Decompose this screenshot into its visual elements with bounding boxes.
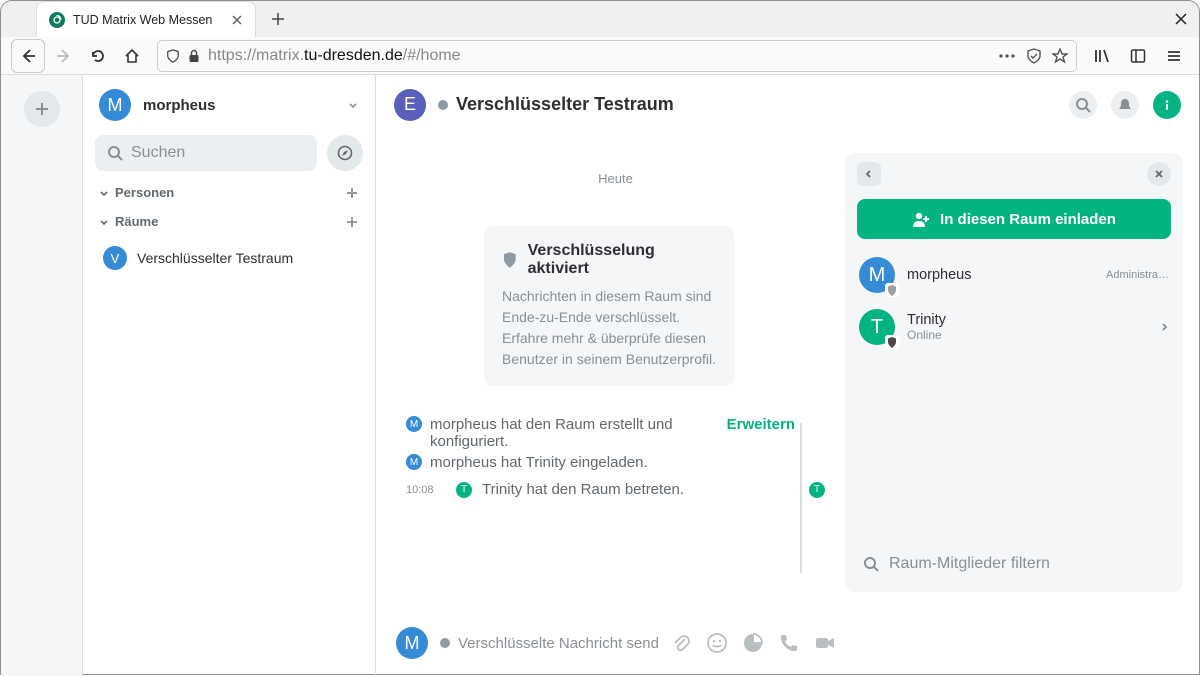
favicon-icon (49, 12, 65, 28)
timestamp: 10:08 (406, 484, 446, 496)
url-bar[interactable]: https://matrix.tu-dresden.de/#/home (157, 40, 1077, 72)
star-icon[interactable] (1052, 48, 1068, 64)
search-icon (107, 145, 123, 161)
attach-icon[interactable] (670, 632, 692, 654)
forward-button[interactable] (49, 41, 79, 71)
sidebar-button[interactable] (1123, 41, 1153, 71)
search-icon (863, 556, 879, 572)
member-row[interactable]: M morpheus Administra… (845, 249, 1183, 301)
member-row[interactable]: T Trinity Online (845, 301, 1183, 353)
explore-button[interactable] (327, 135, 363, 171)
protection-icon[interactable] (1026, 48, 1042, 64)
shield-icon (166, 49, 180, 63)
room-search-button[interactable] (1069, 91, 1097, 119)
summary-text: morpheus hat den Raum erstellt und konfi… (430, 416, 690, 450)
invite-button[interactable]: In diesen Raum einladen (857, 199, 1171, 239)
read-receipt-icon: T (809, 482, 825, 498)
user-avatar: M (99, 89, 131, 121)
reload-button[interactable] (83, 41, 113, 71)
event-text: Trinity hat den Raum betreten. (482, 481, 684, 498)
room-info-button[interactable] (1153, 91, 1181, 119)
composer-avatar: M (396, 627, 428, 659)
section-people[interactable]: Personen (99, 185, 359, 200)
room-avatar: E (394, 89, 426, 121)
chevron-down-icon (347, 99, 359, 111)
tab-title: TUD Matrix Web Messen (73, 13, 221, 27)
expand-button[interactable]: Erweitern (727, 416, 795, 433)
new-tab-button[interactable] (264, 5, 292, 33)
room-name: Verschlüsselter Testraum (137, 250, 293, 266)
shield-icon (502, 251, 518, 269)
panel-close-button[interactable] (1147, 162, 1171, 186)
add-people-button[interactable] (345, 186, 359, 200)
avatar-micro: T (456, 482, 472, 498)
room-title: Verschlüsselter Testraum (456, 94, 674, 115)
user-menu[interactable]: M morpheus (83, 75, 375, 135)
invite-icon (912, 210, 930, 228)
chevron-down-icon (99, 217, 109, 227)
filter-input[interactable]: Raum-Mitglieder filtern (889, 555, 1050, 573)
back-button[interactable] (11, 39, 45, 73)
chevron-down-icon (99, 188, 109, 198)
message-input[interactable]: Verschlüsselte Nachricht senden (458, 635, 658, 652)
room-list-item[interactable]: V Verschlüsselter Testraum (93, 237, 365, 279)
encryption-card: Verschlüsselung aktiviert Nachrichten in… (484, 226, 734, 386)
meatballs-icon[interactable] (998, 53, 1016, 59)
encryption-indicator-icon (438, 100, 448, 110)
encryption-indicator-icon (440, 638, 450, 648)
url-text: https://matrix.tu-dresden.de/#/home (208, 47, 461, 65)
search-input[interactable]: Suchen (95, 135, 317, 171)
menu-button[interactable] (1159, 41, 1189, 71)
window-close-icon[interactable] (1163, 1, 1199, 37)
chevron-right-icon (1159, 322, 1169, 332)
date-separator: Heute (406, 171, 825, 186)
video-call-icon[interactable] (814, 632, 836, 654)
notifications-button[interactable] (1111, 91, 1139, 119)
avatar-micro: M (406, 416, 422, 432)
tab-close-icon[interactable] (229, 12, 245, 28)
section-rooms[interactable]: Räume (99, 214, 359, 229)
sticker-icon[interactable] (742, 632, 764, 654)
user-display-name: morpheus (143, 97, 216, 114)
shield-badge-icon (885, 283, 899, 297)
add-space-button[interactable] (24, 91, 60, 127)
panel-back-button[interactable] (857, 162, 881, 186)
shield-badge-icon (885, 335, 899, 349)
room-avatar: V (103, 246, 127, 270)
voice-call-icon[interactable] (778, 632, 800, 654)
search-placeholder: Suchen (131, 144, 185, 162)
browser-tab[interactable]: TUD Matrix Web Messen (36, 1, 256, 37)
avatar-micro: M (406, 454, 422, 470)
add-room-button[interactable] (345, 215, 359, 229)
lock-icon (188, 49, 200, 63)
emoji-icon[interactable] (706, 632, 728, 654)
library-button[interactable] (1087, 41, 1117, 71)
member-role: Administra… (1106, 269, 1169, 281)
home-button[interactable] (117, 41, 147, 71)
summary-text: morpheus hat Trinity eingeladen. (430, 454, 690, 471)
